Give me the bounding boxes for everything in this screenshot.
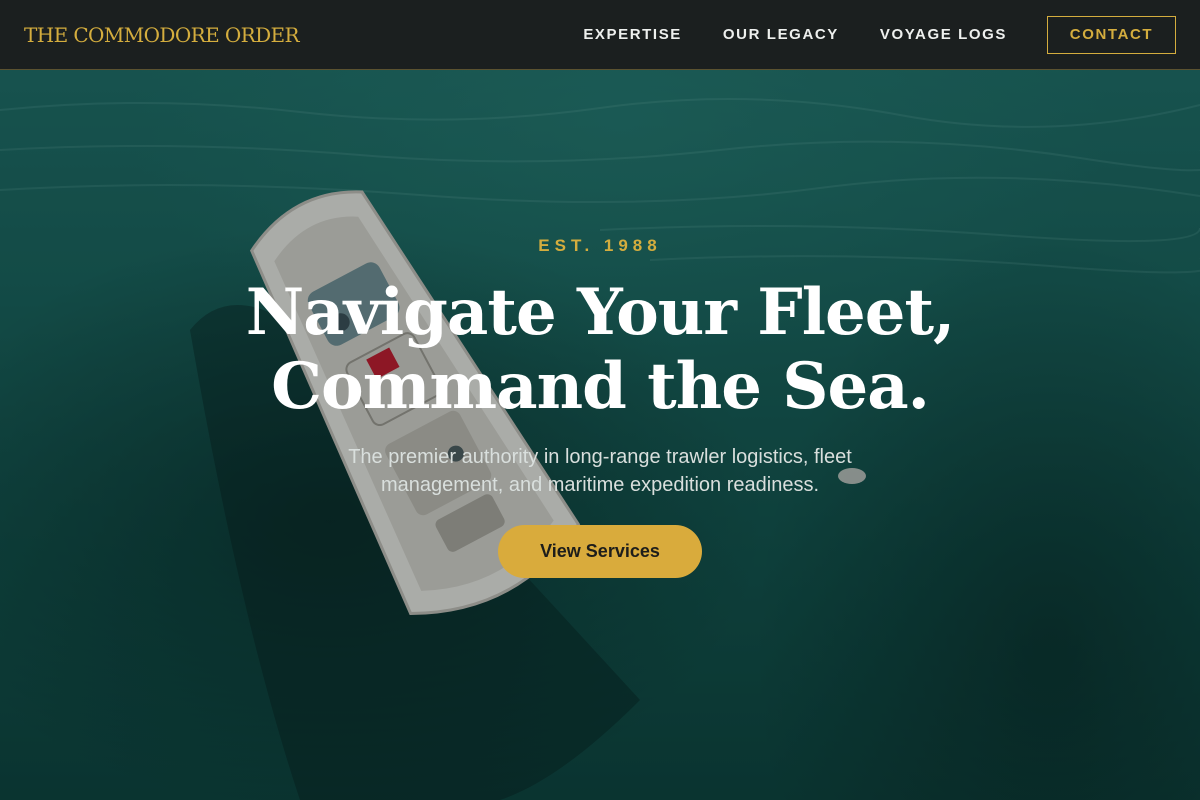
established-year-label: EST. 1988 (538, 236, 662, 255)
main-nav: EXPERTISE OUR LEGACY VOYAGE LOGS (583, 26, 1007, 43)
contact-button[interactable]: CONTACT (1047, 15, 1176, 54)
top-navbar: THE COMMODORE ORDER EXPERTISE OUR LEGACY… (0, 0, 1200, 70)
nav-link-voyage-logs[interactable]: VOYAGE LOGS (880, 26, 1007, 43)
nav-link-expertise[interactable]: EXPERTISE (583, 26, 682, 43)
hero-subtext: The premier authority in long-range traw… (348, 446, 852, 496)
hero-headline-line-2: Command the Sea. (271, 349, 930, 424)
hero-section: EST. 1988 Navigate Your Fleet, Command t… (0, 0, 1200, 800)
nav-link-our-legacy[interactable]: OUR LEGACY (723, 26, 839, 43)
hero-headline-line-1: Navigate Your Fleet, (245, 275, 956, 350)
view-services-button[interactable]: View Services (498, 525, 702, 578)
hero-headline: Navigate Your Fleet, Command the Sea. (0, 276, 1200, 424)
brand-logo[interactable]: THE COMMODORE ORDER (24, 23, 300, 47)
